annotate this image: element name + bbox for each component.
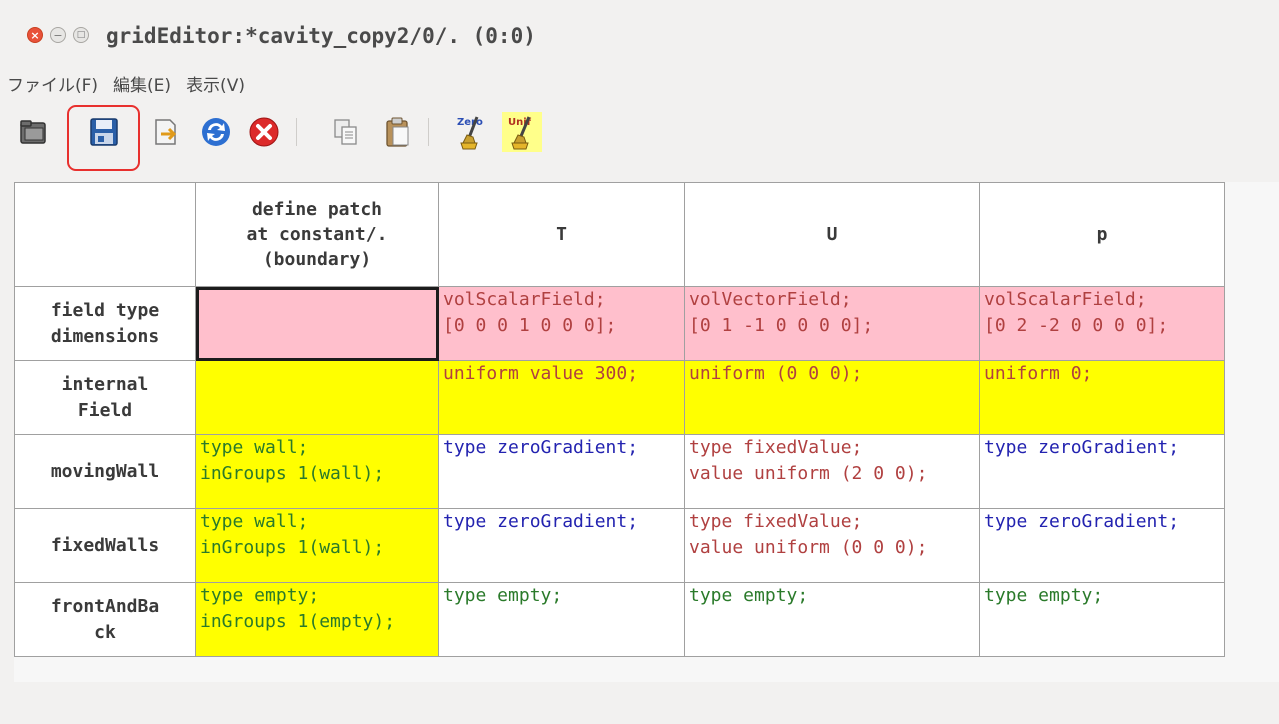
grid-cell-movingWall-U[interactable]: type fixedValue; value uniform (2 0 0); xyxy=(684,434,980,509)
grid-cell-movingWall-T[interactable]: type zeroGradient; xyxy=(438,434,685,509)
copy-icon xyxy=(334,119,357,145)
grid-cell-internal-field-p[interactable]: uniform 0; xyxy=(979,360,1225,435)
open-folder-icon xyxy=(20,120,46,144)
svg-text:Zero: Zero xyxy=(457,117,483,128)
column-header-T[interactable]: T xyxy=(438,182,685,287)
unif-button[interactable]: Unif xyxy=(502,112,542,152)
window-title: gridEditor:*cavity_copy2/0/. (0:0) xyxy=(106,24,536,48)
grid-cell-movingWall-p[interactable]: type zeroGradient; xyxy=(979,434,1225,509)
row-header-fixedWalls[interactable]: fixedWalls xyxy=(14,508,196,583)
cancel-button[interactable] xyxy=(244,112,284,152)
row-header-internal-field[interactable]: internal Field xyxy=(14,360,196,435)
menu-view[interactable]: 表示(V) xyxy=(186,71,245,96)
title-bar: × − □ gridEditor:*cavity_copy2/0/. (0:0) xyxy=(0,14,1279,64)
grid-area: define patch at constant/. (boundary) T … xyxy=(14,182,1279,682)
paste-icon xyxy=(386,117,409,147)
row-header-movingWall[interactable]: movingWall xyxy=(14,434,196,509)
row-header-frontAndBack[interactable]: frontAndBa ck xyxy=(14,582,196,657)
grid-cell-frontAndBack-T[interactable]: type empty; xyxy=(438,582,685,657)
zero-button[interactable]: Zero xyxy=(452,112,492,152)
menu-edit[interactable]: 編集(E) xyxy=(113,71,171,96)
window-close-button[interactable]: × xyxy=(27,27,43,43)
grid-cell-frontAndBack-patch[interactable]: type empty; inGroups 1(empty); xyxy=(195,582,439,657)
menu-file[interactable]: ファイル(F) xyxy=(7,71,98,96)
grid-cell-field-type-U[interactable]: volVectorField; [0 1 -1 0 0 0 0]; xyxy=(684,286,980,361)
grid-cell-fixedWalls-U[interactable]: type fixedValue; value uniform (0 0 0); xyxy=(684,508,980,583)
open-folder-button[interactable] xyxy=(14,112,54,152)
copy-button[interactable] xyxy=(326,112,366,152)
window-maximize-button[interactable]: □ xyxy=(73,27,89,43)
grid-cell-frontAndBack-U[interactable]: type empty; xyxy=(684,582,980,657)
grid-cell-field-type-patch[interactable] xyxy=(195,286,439,361)
menu-bar: ファイル(F) 編集(E) 表示(V) xyxy=(0,64,1279,102)
reload-icon xyxy=(202,118,230,146)
column-header-p[interactable]: p xyxy=(979,182,1225,287)
grid-cell-fixedWalls-p[interactable]: type zeroGradient; xyxy=(979,508,1225,583)
export-icon xyxy=(155,119,177,145)
grid-cell-movingWall-patch[interactable]: type wall; inGroups 1(wall); xyxy=(195,434,439,509)
column-header-define-patch[interactable]: define patch at constant/. (boundary) xyxy=(195,182,439,287)
column-header-U[interactable]: U xyxy=(684,182,980,287)
reload-button[interactable] xyxy=(196,112,236,152)
grid-cell-fixedWalls-T[interactable]: type zeroGradient; xyxy=(438,508,685,583)
window-minimize-button[interactable]: − xyxy=(50,27,66,43)
grid-cell-internal-field-U[interactable]: uniform (0 0 0); xyxy=(684,360,980,435)
save-button-highlight xyxy=(67,105,140,171)
grid-cell-field-type-T[interactable]: volScalarField; [0 0 0 1 0 0 0]; xyxy=(438,286,685,361)
export-button[interactable] xyxy=(146,112,186,152)
toolbar: Zero Unif xyxy=(0,104,1279,160)
toolbar-separator xyxy=(296,118,297,146)
unif-icon: Unif xyxy=(508,116,532,150)
grid-cell-field-type-p[interactable]: volScalarField; [0 2 -2 0 0 0 0]; xyxy=(979,286,1225,361)
toolbar-separator xyxy=(428,118,429,146)
zero-icon: Zero xyxy=(457,116,483,150)
grid-corner-cell[interactable] xyxy=(14,182,196,287)
row-header-field-type[interactable]: field type dimensions xyxy=(14,286,196,361)
field-grid: define patch at constant/. (boundary) T … xyxy=(14,182,1225,657)
paste-button[interactable] xyxy=(378,112,418,152)
grid-cell-fixedWalls-patch[interactable]: type wall; inGroups 1(wall); xyxy=(195,508,439,583)
grid-cell-frontAndBack-p[interactable]: type empty; xyxy=(979,582,1225,657)
cancel-icon xyxy=(249,117,279,147)
grid-cell-internal-field-T[interactable]: uniform value 300; xyxy=(438,360,685,435)
grid-cell-internal-field-patch[interactable] xyxy=(195,360,439,435)
